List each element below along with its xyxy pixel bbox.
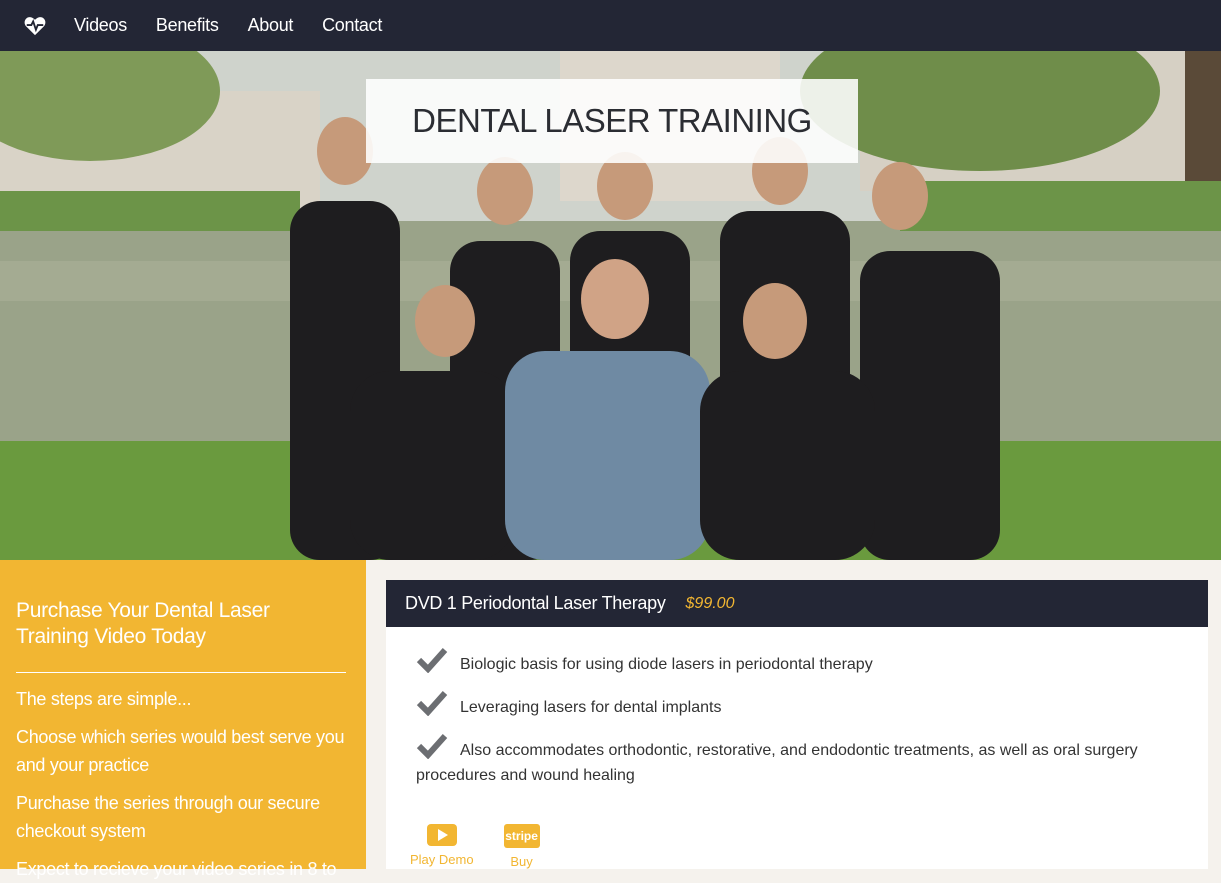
- sidebar-step-purchase: Purchase the series through our secure c…: [16, 793, 320, 841]
- sidebar-divider: [16, 672, 346, 673]
- play-demo-button[interactable]: Play Demo: [410, 824, 474, 869]
- sidebar-step-choose: Choose which series would best serve you…: [16, 727, 345, 775]
- nav-link-benefits[interactable]: Benefits: [156, 15, 219, 36]
- play-icon: [426, 824, 457, 846]
- nav-link-about[interactable]: About: [248, 15, 294, 36]
- feature-text: Biologic basis for using diode lasers in…: [460, 656, 873, 673]
- nav-link-contact[interactable]: Contact: [322, 15, 382, 36]
- feature-text: Leveraging lasers for dental implants: [460, 699, 722, 716]
- sidebar-step-intro: The steps are simple...: [16, 689, 192, 709]
- checkmark-icon: [416, 647, 448, 673]
- stripe-icon: stripe: [503, 824, 540, 848]
- nav-link-videos[interactable]: Videos: [74, 15, 127, 36]
- feature-list: Biologic basis for using diode lasers in…: [386, 627, 1208, 788]
- sidebar-heading: Purchase Your Dental Laser Training Vide…: [16, 599, 270, 648]
- navbar: Videos Benefits About Contact: [0, 0, 1221, 51]
- heartbeat-icon[interactable]: [24, 15, 46, 37]
- product-header: DVD 1 Periodontal Laser Therapy $99.00: [386, 580, 1208, 627]
- hero-title: DENTAL LASER TRAINING: [412, 102, 812, 139]
- product-price: $99.00: [685, 594, 735, 612]
- checkmark-icon: [416, 733, 448, 759]
- sidebar-step-receive: Expect to recieve your video series in 8…: [16, 859, 337, 879]
- buy-label: Buy: [510, 854, 533, 869]
- purchase-sidebar: Purchase Your Dental Laser Training Vide…: [0, 560, 366, 879]
- product-actions: Play Demo stripe Buy: [410, 824, 570, 869]
- feature-text: Also accommodates orthodontic, restorati…: [416, 742, 1138, 784]
- feature-item: Biologic basis for using diode lasers in…: [416, 647, 1178, 677]
- product-title: DVD 1 Periodontal Laser Therapy: [405, 593, 666, 613]
- play-demo-label: Play Demo: [410, 852, 474, 867]
- product-card: DVD 1 Periodontal Laser Therapy $99.00 B…: [386, 580, 1208, 869]
- stripe-buy-button[interactable]: stripe Buy: [503, 824, 540, 869]
- feature-item: Leveraging lasers for dental implants: [416, 690, 1178, 720]
- feature-item: Also accommodates orthodontic, restorati…: [416, 733, 1178, 788]
- hero-title-box: DENTAL LASER TRAINING: [366, 79, 858, 163]
- hero-banner: DENTAL LASER TRAINING: [0, 51, 1221, 560]
- checkmark-icon: [416, 690, 448, 716]
